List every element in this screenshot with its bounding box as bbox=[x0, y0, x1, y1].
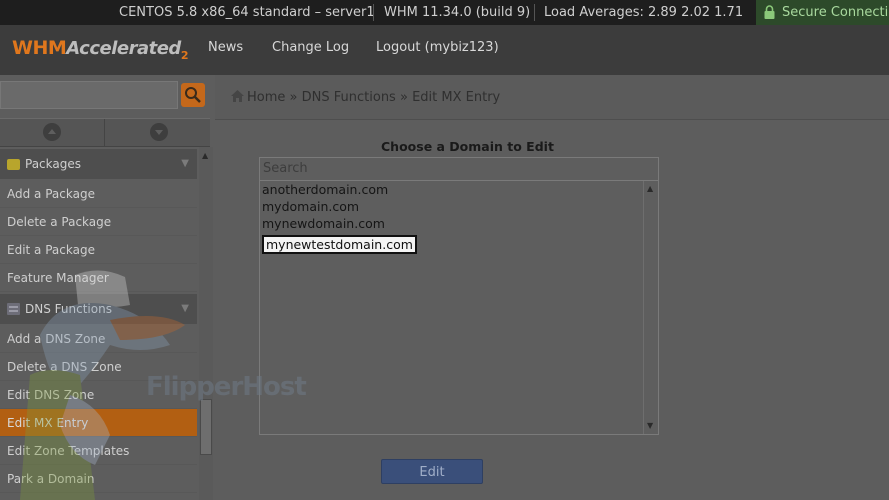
sidebar: Packages ▼ Add a Package Delete a Packag… bbox=[0, 75, 215, 500]
flipperhost-watermark-text: FlipperHost bbox=[146, 372, 307, 402]
sidebar-item-add-package[interactable]: Add a Package bbox=[0, 180, 197, 208]
secure-label: Secure Connection bbox=[782, 5, 889, 20]
logo-accelerated: Accelerated bbox=[66, 38, 181, 59]
sidebar-item-edit-mx-entry[interactable]: Edit MX Entry bbox=[0, 409, 197, 437]
package-icon bbox=[7, 159, 20, 170]
divider bbox=[534, 4, 535, 21]
sidebar-item-park-domain[interactable]: Park a Domain bbox=[0, 465, 197, 493]
top-nav: WHMAccelerated2 News Change Log Logout (… bbox=[0, 25, 889, 75]
nav-change-log[interactable]: Change Log bbox=[272, 25, 349, 71]
sidebar-search-input[interactable] bbox=[0, 81, 178, 109]
chevron-up-icon bbox=[48, 129, 56, 134]
divider bbox=[104, 119, 105, 146]
breadcrumb-home[interactable]: Home bbox=[247, 90, 285, 105]
breadcrumb-separator: » bbox=[399, 90, 408, 105]
domain-picker-panel: Choose a Domain to Edit Search anotherdo… bbox=[215, 120, 889, 500]
search-icon bbox=[185, 87, 201, 103]
group-label: Packages bbox=[25, 157, 81, 171]
domain-list[interactable]: anotherdomain.com mydomain.com mynewdoma… bbox=[259, 180, 659, 435]
breadcrumb-bar: Home » DNS Functions » Edit MX Entry bbox=[215, 75, 889, 120]
sidebar-item-edit-zone-templates[interactable]: Edit Zone Templates bbox=[0, 437, 197, 465]
breadcrumb-dns-functions[interactable]: DNS Functions bbox=[302, 90, 396, 105]
domain-list-scrollbar[interactable]: ▲ ▼ bbox=[643, 181, 658, 434]
os-info: CENTOS 5.8 x86_64 standard – server1 bbox=[119, 5, 375, 20]
chevron-down-icon: ▼ bbox=[181, 303, 189, 314]
sidebar-item-add-dns-zone[interactable]: Add a DNS Zone bbox=[0, 325, 197, 353]
sidebar-item-delete-package[interactable]: Delete a Package bbox=[0, 208, 197, 236]
domain-search-input[interactable]: Search bbox=[259, 157, 659, 181]
breadcrumb: Home » DNS Functions » Edit MX Entry bbox=[231, 90, 500, 105]
nav-logout[interactable]: Logout (mybiz123) bbox=[376, 25, 499, 71]
group-header-packages[interactable]: Packages ▼ bbox=[0, 149, 197, 179]
main-content: Home » DNS Functions » Edit MX Entry Cho… bbox=[215, 75, 889, 500]
sidebar-item-edit-package[interactable]: Edit a Package bbox=[0, 236, 197, 264]
lock-icon bbox=[764, 5, 775, 19]
group-label: DNS Functions bbox=[25, 302, 112, 316]
status-bar: CENTOS 5.8 x86_64 standard – server1 WHM… bbox=[0, 0, 889, 25]
load-averages: Load Averages: 2.89 2.02 1.71 bbox=[544, 5, 744, 20]
logo-whm: WHM bbox=[12, 37, 67, 59]
domain-item[interactable]: mydomain.com bbox=[262, 198, 359, 215]
group-header-dns-functions[interactable]: DNS Functions ▼ bbox=[0, 294, 197, 324]
scrollbar-thumb[interactable] bbox=[200, 399, 212, 455]
sidebar-item-feature-manager[interactable]: Feature Manager bbox=[0, 264, 197, 292]
sidebar-search-button[interactable] bbox=[181, 83, 205, 107]
scroll-up-button[interactable] bbox=[43, 123, 61, 141]
secure-connection-badge: Secure Connection bbox=[756, 0, 889, 25]
scroll-up-arrow-icon[interactable]: ▲ bbox=[202, 151, 208, 160]
chevron-down-icon: ▼ bbox=[181, 158, 189, 169]
breadcrumb-separator: » bbox=[289, 90, 298, 105]
domain-item[interactable]: mynewdomain.com bbox=[262, 215, 385, 232]
home-icon bbox=[231, 90, 244, 102]
dns-icon bbox=[7, 303, 20, 315]
scroll-down-arrow-icon[interactable]: ▼ bbox=[647, 421, 653, 430]
logo-superscript: 2 bbox=[180, 48, 189, 62]
domain-item[interactable]: anotherdomain.com bbox=[262, 181, 388, 198]
sidebar-scroll-arrows bbox=[0, 118, 210, 147]
sidebar-scrollbar[interactable]: ▲ bbox=[199, 147, 213, 500]
scroll-down-button[interactable] bbox=[150, 123, 168, 141]
breadcrumb-current: Edit MX Entry bbox=[412, 90, 501, 105]
scroll-up-arrow-icon[interactable]: ▲ bbox=[647, 184, 653, 193]
divider bbox=[373, 4, 374, 21]
whm-version: WHM 11.34.0 (build 9) bbox=[384, 5, 531, 20]
domain-item-selected[interactable]: mynewtestdomain.com bbox=[262, 235, 417, 254]
nav-news[interactable]: News bbox=[208, 25, 243, 71]
panel-title: Choose a Domain to Edit bbox=[381, 139, 554, 154]
edit-button[interactable]: Edit bbox=[381, 459, 483, 484]
whm-logo[interactable]: WHMAccelerated2 bbox=[12, 37, 188, 62]
chevron-down-icon bbox=[155, 130, 163, 135]
